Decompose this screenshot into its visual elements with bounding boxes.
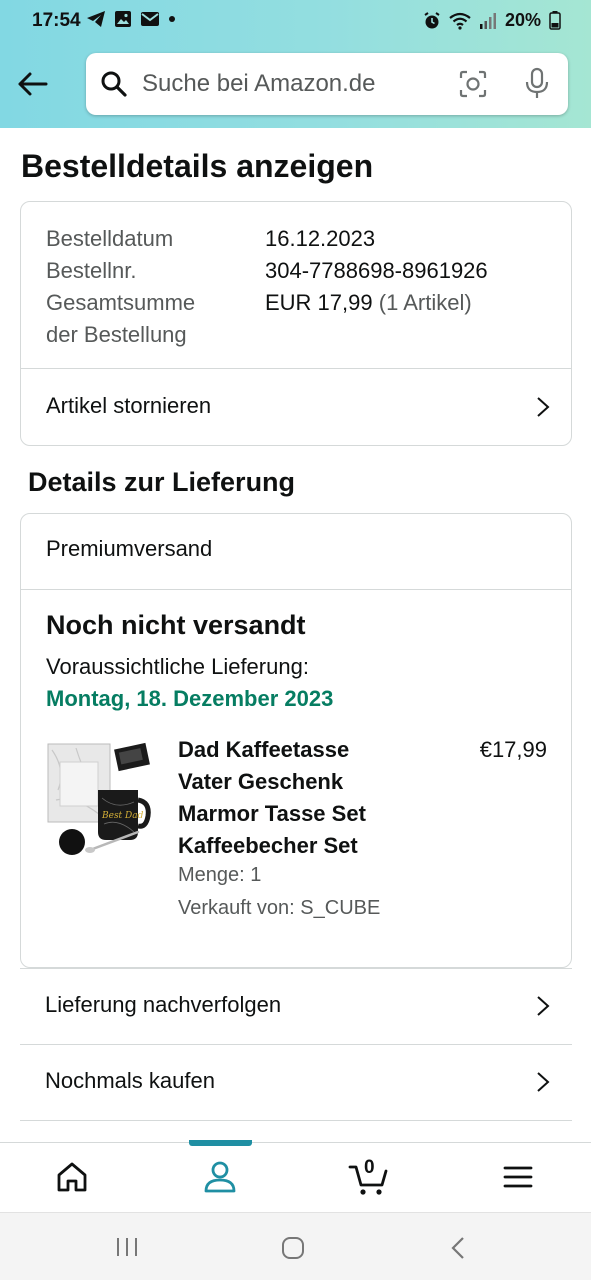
divider	[21, 589, 571, 590]
product-price: €17,99	[479, 737, 547, 762]
back-arrow-icon[interactable]	[14, 66, 50, 102]
account-icon[interactable]	[200, 1157, 240, 1197]
bottom-navigation	[0, 1140, 591, 1212]
chevron-right-icon	[537, 996, 550, 1016]
system-status-icons: 20%	[423, 10, 561, 31]
wifi-icon	[449, 12, 471, 30]
recent-apps-icon[interactable]	[114, 1236, 140, 1258]
cancel-items-row[interactable]: Artikel stornieren	[21, 369, 571, 446]
product-title-line: Vater Geschenk	[178, 769, 344, 794]
product-image[interactable]: Best Dad	[46, 740, 156, 865]
cancel-items-label: Artikel stornieren	[46, 393, 212, 418]
status-time: 17:54	[32, 10, 81, 31]
order-date-value: 16.12.2023	[265, 226, 376, 251]
back-button-icon[interactable]	[449, 1235, 467, 1261]
home-button-icon[interactable]	[280, 1235, 306, 1261]
camera-lens-icon[interactable]	[458, 69, 488, 99]
order-date-label: Bestelldatum	[46, 226, 174, 251]
shipping-speed: Premiumversand	[46, 536, 213, 561]
order-number-label: Bestellnr.	[46, 258, 137, 283]
menu-icon[interactable]	[498, 1157, 538, 1197]
alarm-icon	[424, 11, 440, 28]
dot-icon	[169, 16, 175, 22]
order-total-label-line2: der Bestellung	[46, 322, 187, 347]
product-title-line: Kaffeebecher Set	[178, 833, 358, 858]
product-seller: Verkauft von: S_CUBE	[178, 897, 381, 919]
battery-percent: 20%	[504, 10, 541, 30]
eta-label: Voraussichtliche Lieferung:	[46, 654, 309, 679]
track-delivery-label: Lieferung nachverfolgen	[45, 992, 282, 1017]
search-icon	[101, 71, 127, 97]
product-image-text: Best Dad	[101, 811, 144, 821]
track-delivery-row[interactable]: Lieferung nachverfolgen	[20, 968, 572, 1044]
buy-again-row[interactable]: Nochmals kaufen	[20, 1044, 572, 1120]
microphone-icon[interactable]	[524, 67, 550, 101]
product-quantity: Menge: 1	[178, 864, 262, 886]
signal-icon	[479, 12, 496, 29]
system-navigation-bar	[0, 1212, 591, 1280]
home-icon[interactable]	[52, 1157, 92, 1197]
delivery-section-title: Details zur Lieferung	[28, 467, 296, 497]
order-total-value: EUR 17,99 (1 Artikel)	[265, 287, 472, 319]
search-input[interactable]: Suche bei Amazon.de	[142, 70, 376, 98]
app-header: 17:54 20% Suche bei Amazon.de	[0, 0, 591, 128]
product-title-line: Marmor Tasse Set	[178, 801, 366, 826]
telegram-icon	[87, 11, 105, 27]
cart-count-badge: 0	[364, 1157, 375, 1178]
chevron-right-icon	[537, 1072, 550, 1092]
page-title: Bestelldetails anzeigen	[21, 148, 374, 184]
product-title[interactable]: Dad Kaffeetasse Vater Geschenk Marmor Ta…	[178, 734, 408, 862]
battery-icon	[549, 11, 561, 30]
order-total-label-line1: Gesamtsumme	[46, 290, 196, 315]
notification-icons	[86, 10, 176, 28]
shipping-status: Noch nicht versandt	[46, 610, 306, 640]
order-total-amount: EUR 17,99	[265, 290, 373, 315]
buy-again-label: Nochmals kaufen	[45, 1068, 215, 1093]
order-summary-card: Bestelldatum 16.12.2023 Bestellnr. 304-7…	[20, 201, 572, 446]
gallery-icon	[115, 11, 131, 27]
divider	[20, 1120, 572, 1121]
active-tab-indicator	[189, 1140, 252, 1146]
status-bar: 17:54 20%	[0, 0, 591, 44]
search-bar[interactable]: Suche bei Amazon.de	[86, 53, 568, 115]
order-number-value: 304-7788698-8961926	[265, 258, 488, 283]
product-title-line: Dad Kaffeetasse	[178, 737, 350, 762]
eta-date: Montag, 18. Dezember 2023	[46, 686, 334, 711]
mail-icon	[141, 12, 159, 26]
delivery-card: Premiumversand Noch nicht versandt Vorau…	[20, 513, 572, 968]
chevron-right-icon	[537, 397, 550, 417]
order-item-count: (1 Artikel)	[378, 290, 472, 315]
